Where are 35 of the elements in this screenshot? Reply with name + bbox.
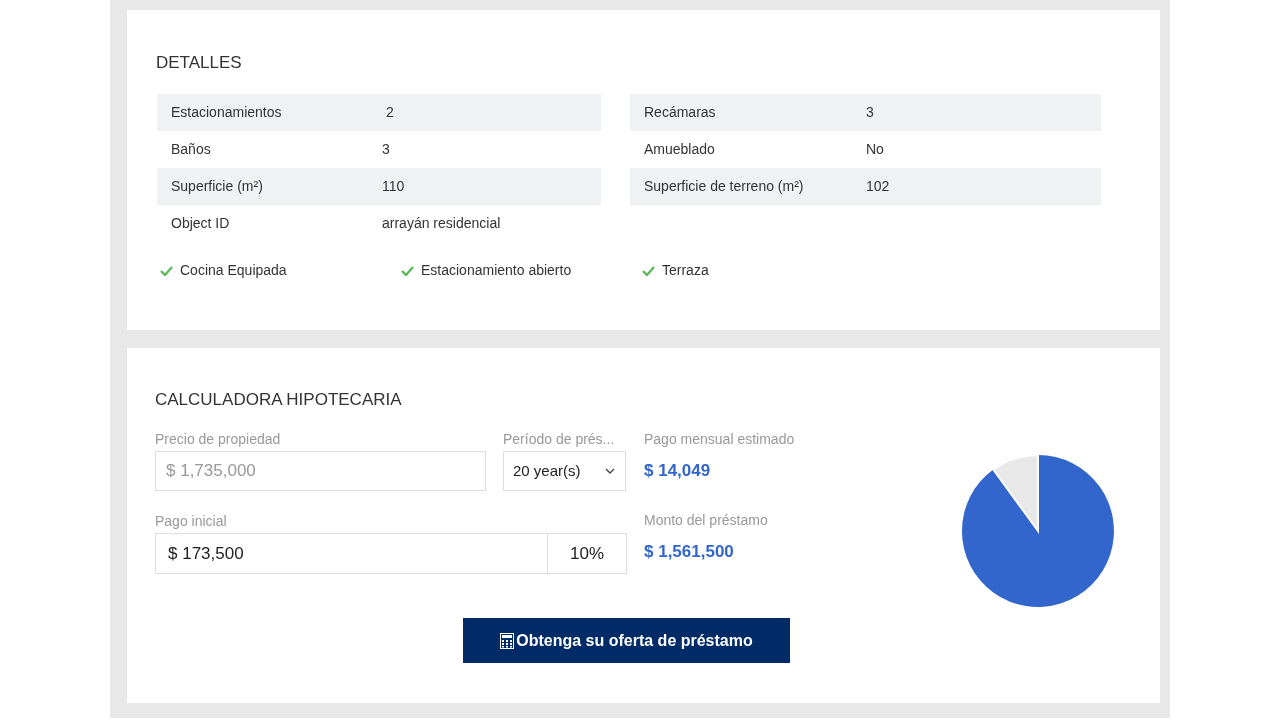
detail-label: Amueblado bbox=[644, 140, 716, 159]
feature-label: Cocina Equipada bbox=[180, 261, 287, 280]
field-label: Período de prés... bbox=[503, 430, 615, 448]
percent-input[interactable]: 10% bbox=[548, 533, 627, 574]
detail-label: Superficie (m²) bbox=[171, 177, 264, 196]
detail-label: Superficie de terreno (m²) bbox=[644, 177, 805, 196]
detail-value: 3 bbox=[866, 103, 874, 122]
detail-value: arrayán residencial bbox=[382, 214, 501, 233]
feature-label: Terraza bbox=[662, 261, 709, 280]
field-label: Pago inicial bbox=[155, 512, 228, 530]
period-select[interactable]: 20 year(s) bbox=[503, 451, 626, 491]
detail-value: 102 bbox=[866, 177, 890, 196]
detail-value: 110 bbox=[382, 177, 405, 196]
check-icon bbox=[160, 265, 173, 276]
chevron-down-icon bbox=[605, 468, 615, 474]
section-title: DETALLES bbox=[156, 52, 243, 74]
detail-label: Recámaras bbox=[644, 103, 717, 122]
detail-label: Object ID bbox=[171, 214, 231, 233]
detail-label: Estacionamientos bbox=[171, 103, 283, 122]
check-icon bbox=[401, 265, 414, 276]
calculator-icon bbox=[500, 632, 515, 649]
result-value: $ 1,561,500 bbox=[644, 541, 734, 563]
down-payment-input[interactable]: $ 173,500 bbox=[155, 533, 548, 574]
result-label: Monto del préstamo bbox=[644, 511, 769, 529]
detail-value: 3 bbox=[382, 140, 390, 159]
field-label: Precio de propiedad bbox=[155, 430, 282, 448]
section-title: CALCULADORA HIPOTECARIA bbox=[155, 390, 403, 410]
result-value: $ 14,049 bbox=[644, 460, 711, 482]
detail-value: No bbox=[866, 140, 884, 159]
loan-offer-button[interactable]: Obtenga su oferta de préstamo bbox=[463, 618, 790, 663]
result-label: Pago mensual estimado bbox=[644, 430, 796, 448]
detail-label: Baños bbox=[171, 140, 212, 159]
check-icon bbox=[642, 265, 655, 276]
detail-value: 2 bbox=[384, 103, 394, 122]
feature-label: Estacionamiento abierto bbox=[421, 261, 572, 280]
